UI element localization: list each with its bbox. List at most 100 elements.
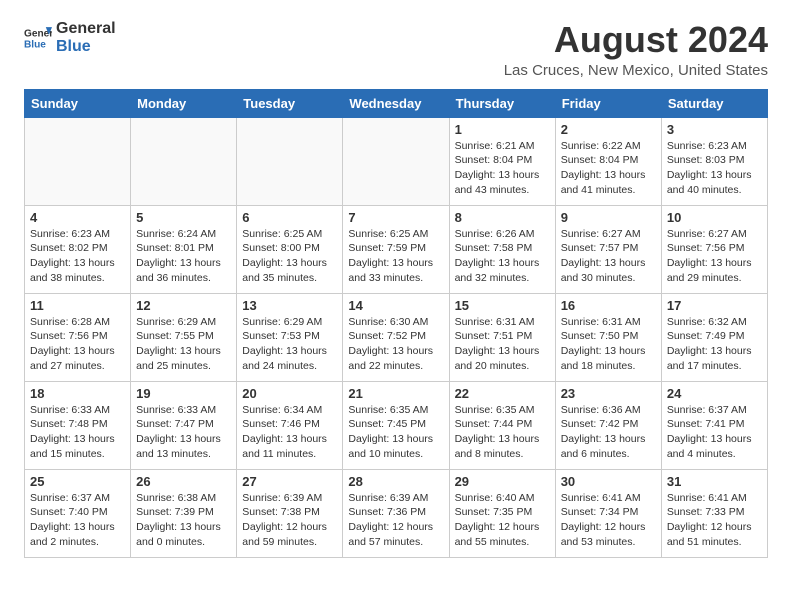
col-header-friday: Friday	[555, 89, 661, 117]
day-number: 2	[561, 122, 656, 137]
calendar-cell: 1 Sunrise: 6:21 AM Sunset: 8:04 PM Daylig…	[449, 117, 555, 205]
calendar-cell: 12Sunrise: 6:29 AM Sunset: 7:55 PM Dayli…	[131, 293, 237, 381]
day-info: Sunrise: 6:25 AM Sunset: 8:00 PM Dayligh…	[242, 227, 337, 286]
day-number: 6	[242, 210, 337, 225]
day-info: Sunrise: 6:28 AM Sunset: 7:56 PM Dayligh…	[30, 315, 125, 374]
day-number: 14	[348, 298, 443, 313]
day-number: 10	[667, 210, 762, 225]
day-number: 12	[136, 298, 231, 313]
calendar-cell: 30 Sunrise: 6:41 AM Sunset: 7:34 PM Dayli…	[555, 469, 661, 557]
day-number: 15	[455, 298, 550, 313]
calendar-cell: 15 Sunrise: 6:31 AM Sunset: 7:51 PM Dayli…	[449, 293, 555, 381]
svg-text:Blue: Blue	[24, 39, 46, 50]
day-info: Sunrise: 6:37 AM Sunset: 7:41 PM Dayligh…	[667, 403, 762, 462]
day-number: 3	[667, 122, 762, 137]
week-row-2: 4Sunrise: 6:23 AM Sunset: 8:02 PM Daylig…	[25, 205, 768, 293]
day-number: 28	[348, 474, 443, 489]
calendar-cell: 3 Sunrise: 6:23 AM Sunset: 8:03 PM Daylig…	[661, 117, 767, 205]
day-info: Sunrise: 6:23 AM Sunset: 8:03 PM Dayligh…	[667, 139, 762, 198]
day-info: Sunrise: 6:27 AM Sunset: 7:57 PM Dayligh…	[561, 227, 656, 286]
calendar-table: SundayMondayTuesdayWednesdayThursdayFrid…	[24, 89, 768, 558]
calendar-cell: 14 Sunrise: 6:30 AM Sunset: 7:52 PM Dayli…	[343, 293, 449, 381]
col-header-sunday: Sunday	[25, 89, 131, 117]
calendar-cell	[343, 117, 449, 205]
calendar-cell: 29 Sunrise: 6:40 AM Sunset: 7:35 PM Dayli…	[449, 469, 555, 557]
week-row-3: 11 Sunrise: 6:28 AM Sunset: 7:56 PM Dayli…	[25, 293, 768, 381]
calendar-cell: 20Sunrise: 6:34 AM Sunset: 7:46 PM Dayli…	[237, 381, 343, 469]
calendar-cell: 6 Sunrise: 6:25 AM Sunset: 8:00 PM Daylig…	[237, 205, 343, 293]
day-number: 5	[136, 210, 231, 225]
day-number: 23	[561, 386, 656, 401]
day-info: Sunrise: 6:39 AM Sunset: 7:38 PM Dayligh…	[242, 491, 337, 550]
calendar-cell	[131, 117, 237, 205]
day-info: Sunrise: 6:31 AM Sunset: 7:51 PM Dayligh…	[455, 315, 550, 374]
day-info: Sunrise: 6:40 AM Sunset: 7:35 PM Dayligh…	[455, 491, 550, 550]
day-info: Sunrise: 6:41 AM Sunset: 7:33 PM Dayligh…	[667, 491, 762, 550]
calendar-cell: 18 Sunrise: 6:33 AM Sunset: 7:48 PM Dayli…	[25, 381, 131, 469]
day-number: 13	[242, 298, 337, 313]
week-row-1: 1 Sunrise: 6:21 AM Sunset: 8:04 PM Daylig…	[25, 117, 768, 205]
logo-general-text: General	[56, 20, 116, 38]
calendar-cell: 10 Sunrise: 6:27 AM Sunset: 7:56 PM Dayli…	[661, 205, 767, 293]
day-number: 17	[667, 298, 762, 313]
header: General Blue General Blue August 2024 La…	[24, 20, 768, 79]
calendar-cell	[237, 117, 343, 205]
day-info: Sunrise: 6:38 AM Sunset: 7:39 PM Dayligh…	[136, 491, 231, 550]
col-header-tuesday: Tuesday	[237, 89, 343, 117]
col-header-saturday: Saturday	[661, 89, 767, 117]
day-info: Sunrise: 6:24 AM Sunset: 8:01 PM Dayligh…	[136, 227, 231, 286]
month-year: August 2024	[504, 20, 768, 60]
day-number: 26	[136, 474, 231, 489]
logo: General Blue General Blue	[24, 20, 116, 55]
calendar-cell: 27 Sunrise: 6:39 AM Sunset: 7:38 PM Dayli…	[237, 469, 343, 557]
day-info: Sunrise: 6:27 AM Sunset: 7:56 PM Dayligh…	[667, 227, 762, 286]
day-number: 1	[455, 122, 550, 137]
day-number: 30	[561, 474, 656, 489]
calendar-cell: 21 Sunrise: 6:35 AM Sunset: 7:45 PM Dayli…	[343, 381, 449, 469]
day-info: Sunrise: 6:36 AM Sunset: 7:42 PM Dayligh…	[561, 403, 656, 462]
day-number: 11	[30, 298, 125, 313]
day-number: 9	[561, 210, 656, 225]
day-info: Sunrise: 6:35 AM Sunset: 7:44 PM Dayligh…	[455, 403, 550, 462]
day-number: 19	[136, 386, 231, 401]
calendar-cell: 5 Sunrise: 6:24 AM Sunset: 8:01 PM Daylig…	[131, 205, 237, 293]
day-number: 27	[242, 474, 337, 489]
day-info: Sunrise: 6:33 AM Sunset: 7:48 PM Dayligh…	[30, 403, 125, 462]
day-number: 20	[242, 386, 337, 401]
calendar-cell: 28 Sunrise: 6:39 AM Sunset: 7:36 PM Dayli…	[343, 469, 449, 557]
day-info: Sunrise: 6:30 AM Sunset: 7:52 PM Dayligh…	[348, 315, 443, 374]
day-number: 7	[348, 210, 443, 225]
logo-icon: General Blue	[24, 24, 52, 52]
day-info: Sunrise: 6:21 AM Sunset: 8:04 PM Dayligh…	[455, 139, 550, 198]
day-info: Sunrise: 6:35 AM Sunset: 7:45 PM Dayligh…	[348, 403, 443, 462]
location: Las Cruces, New Mexico, United States	[504, 62, 768, 79]
day-number: 25	[30, 474, 125, 489]
calendar-cell: 7 Sunrise: 6:25 AM Sunset: 7:59 PM Daylig…	[343, 205, 449, 293]
day-number: 31	[667, 474, 762, 489]
day-info: Sunrise: 6:39 AM Sunset: 7:36 PM Dayligh…	[348, 491, 443, 550]
day-info: Sunrise: 6:37 AM Sunset: 7:40 PM Dayligh…	[30, 491, 125, 550]
day-info: Sunrise: 6:26 AM Sunset: 7:58 PM Dayligh…	[455, 227, 550, 286]
day-info: Sunrise: 6:23 AM Sunset: 8:02 PM Dayligh…	[30, 227, 125, 286]
day-number: 16	[561, 298, 656, 313]
day-number: 18	[30, 386, 125, 401]
day-number: 8	[455, 210, 550, 225]
day-info: Sunrise: 6:41 AM Sunset: 7:34 PM Dayligh…	[561, 491, 656, 550]
week-row-4: 18 Sunrise: 6:33 AM Sunset: 7:48 PM Dayli…	[25, 381, 768, 469]
calendar-cell: 16Sunrise: 6:31 AM Sunset: 7:50 PM Dayli…	[555, 293, 661, 381]
calendar-cell: 8 Sunrise: 6:26 AM Sunset: 7:58 PM Daylig…	[449, 205, 555, 293]
day-info: Sunrise: 6:25 AM Sunset: 7:59 PM Dayligh…	[348, 227, 443, 286]
calendar-cell: 4Sunrise: 6:23 AM Sunset: 8:02 PM Daylig…	[25, 205, 131, 293]
calendar-cell: 19Sunrise: 6:33 AM Sunset: 7:47 PM Dayli…	[131, 381, 237, 469]
day-number: 21	[348, 386, 443, 401]
calendar-cell: 13Sunrise: 6:29 AM Sunset: 7:53 PM Dayli…	[237, 293, 343, 381]
day-number: 29	[455, 474, 550, 489]
day-info: Sunrise: 6:22 AM Sunset: 8:04 PM Dayligh…	[561, 139, 656, 198]
calendar-cell: 17Sunrise: 6:32 AM Sunset: 7:49 PM Dayli…	[661, 293, 767, 381]
calendar-cell	[25, 117, 131, 205]
calendar-cell: 31 Sunrise: 6:41 AM Sunset: 7:33 PM Dayli…	[661, 469, 767, 557]
calendar-cell: 9 Sunrise: 6:27 AM Sunset: 7:57 PM Daylig…	[555, 205, 661, 293]
header-row: SundayMondayTuesdayWednesdayThursdayFrid…	[25, 89, 768, 117]
col-header-thursday: Thursday	[449, 89, 555, 117]
day-number: 24	[667, 386, 762, 401]
